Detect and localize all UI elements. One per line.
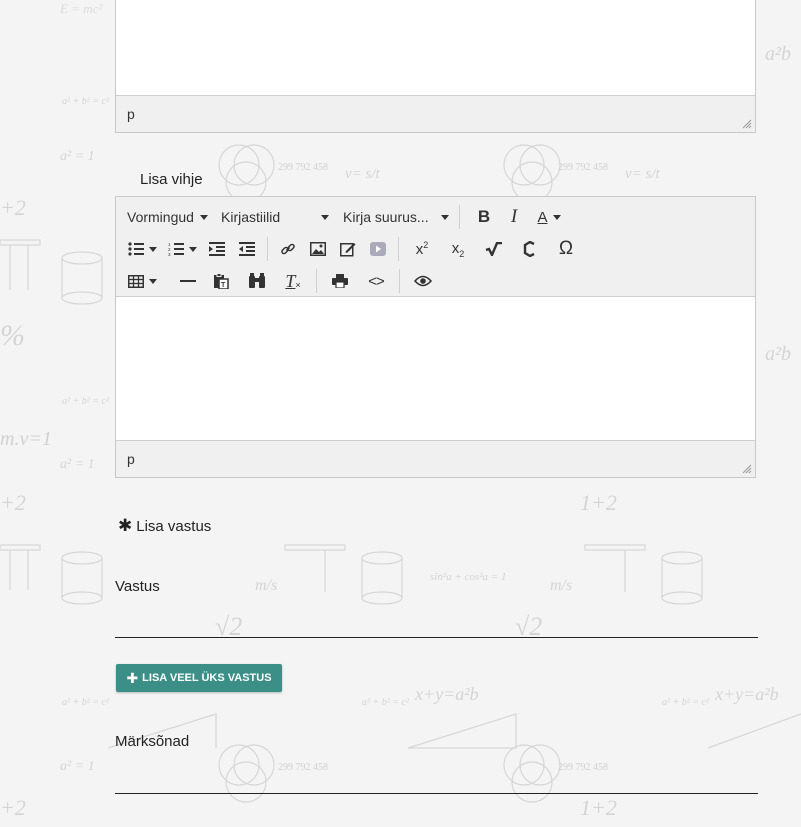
- indent-icon[interactable]: [202, 235, 232, 263]
- svg-text:T: T: [221, 282, 226, 289]
- link-icon[interactable]: [273, 235, 303, 263]
- keywords-input-underline: [115, 793, 758, 794]
- keywords-input[interactable]: [115, 756, 758, 792]
- add-answer-label: Lisa vastus: [136, 517, 212, 535]
- clear-format-icon[interactable]: T ×: [275, 267, 311, 295]
- answer-field-label: Vastus: [115, 578, 160, 595]
- resize-handle-icon[interactable]: [742, 119, 752, 129]
- formats-dropdown[interactable]: Vormingud: [122, 203, 216, 231]
- font-family-dropdown[interactable]: Kirjastiilid: [216, 203, 334, 231]
- toolbar-separator: [267, 237, 268, 261]
- table-icon[interactable]: [122, 267, 162, 295]
- preview-icon[interactable]: [405, 267, 441, 295]
- chem-icon[interactable]: [512, 235, 548, 263]
- bullet-list-icon[interactable]: [122, 235, 162, 263]
- bold-icon[interactable]: B: [469, 203, 499, 231]
- toolbar-row-3: T T × <>: [122, 265, 749, 297]
- subscript-icon[interactable]: x2: [440, 235, 476, 263]
- paste-text-icon[interactable]: T: [203, 267, 239, 295]
- toolbar-separator: [316, 269, 317, 293]
- toolbar-separator: [399, 269, 400, 293]
- chevron-down-icon: [321, 214, 329, 220]
- hint-editor-content[interactable]: [116, 297, 755, 440]
- add-answer-heading: ✱ Lisa vastus: [118, 516, 211, 536]
- top-editor-path[interactable]: p: [127, 106, 135, 122]
- chevron-down-icon: [441, 214, 449, 220]
- text-color-icon[interactable]: A: [529, 203, 569, 231]
- toolbar-row-2: 123 x2 x2 Ω: [122, 233, 749, 265]
- top-editor-statusbar: p: [116, 95, 755, 132]
- image-icon[interactable]: [303, 235, 333, 263]
- toolbar-row-1: Vormingud Kirjastiilid Kirja suurus... B…: [122, 201, 749, 233]
- answer-input[interactable]: [115, 600, 758, 636]
- numbered-list-icon[interactable]: 123: [162, 235, 202, 263]
- hint-label: Lisa vihje: [140, 171, 203, 188]
- toolbar-separator: [398, 237, 399, 261]
- code-icon[interactable]: <>: [358, 267, 394, 295]
- required-asterisk-icon: ✱: [118, 516, 133, 535]
- edit-icon[interactable]: [333, 235, 363, 263]
- horizontal-rule-icon[interactable]: [173, 267, 203, 295]
- formats-label: Vormingud: [127, 209, 194, 225]
- find-replace-icon[interactable]: [239, 267, 275, 295]
- add-another-answer-button[interactable]: ✚ LISA VEEL ÜKS VASTUS: [116, 664, 282, 692]
- top-editor: p: [115, 0, 756, 133]
- font-size-dropdown[interactable]: Kirja suurus...: [338, 203, 454, 231]
- hint-editor: Vormingud Kirjastiilid Kirja suurus... B…: [115, 196, 756, 478]
- superscript-icon[interactable]: x2: [404, 235, 440, 263]
- font-family-label: Kirjastiilid: [221, 209, 281, 225]
- hint-editor-path[interactable]: p: [127, 451, 135, 467]
- print-icon[interactable]: [322, 267, 358, 295]
- sqrt-icon[interactable]: [476, 235, 512, 263]
- answer-input-underline: [115, 637, 758, 638]
- media-icon[interactable]: [363, 235, 393, 263]
- plus-icon: ✚: [126, 669, 139, 686]
- keywords-label: Märksõnad: [115, 733, 190, 750]
- outdent-icon[interactable]: [232, 235, 262, 263]
- hint-editor-statusbar: p: [116, 440, 755, 477]
- hint-editor-toolbar: Vormingud Kirjastiilid Kirja suurus... B…: [116, 197, 755, 297]
- italic-icon[interactable]: I: [499, 203, 529, 231]
- top-editor-content[interactable]: [116, 0, 755, 95]
- toolbar-separator: [459, 205, 460, 229]
- font-size-label: Kirja suurus...: [343, 209, 429, 225]
- chevron-down-icon: [199, 214, 208, 220]
- add-another-answer-label: LISA VEEL ÜKS VASTUS: [142, 672, 272, 684]
- resize-handle-icon[interactable]: [742, 464, 752, 474]
- omega-icon[interactable]: Ω: [548, 235, 584, 263]
- svg-text:3: 3: [168, 252, 171, 256]
